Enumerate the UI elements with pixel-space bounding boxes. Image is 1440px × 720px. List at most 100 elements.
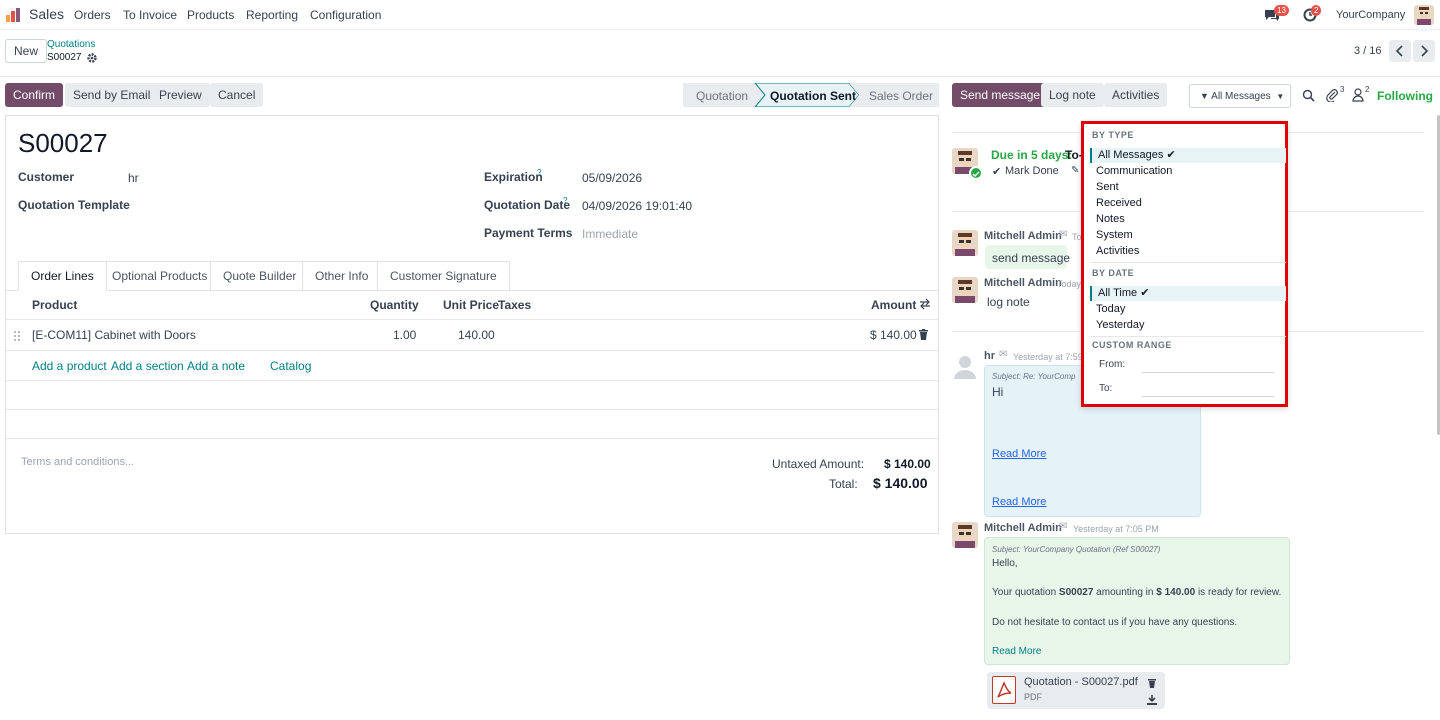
dropdown-divider [1090, 336, 1286, 337]
expiration-field[interactable]: 05/09/2026 [582, 171, 642, 185]
read-more-link[interactable]: Read More [992, 496, 1046, 508]
status-sales-order[interactable]: Sales Order [869, 89, 933, 103]
quotation-date-field[interactable]: 04/09/2026 19:01:40 [582, 199, 692, 213]
filter-received[interactable]: Received [1090, 196, 1286, 211]
filter-notes[interactable]: Notes [1090, 212, 1286, 227]
read-more-link[interactable]: Read More [992, 646, 1041, 657]
message-author: Mitchell Admin [984, 230, 1062, 242]
message-ref: S00027 [1058, 587, 1094, 598]
status-quotation-sent[interactable]: Quotation Sent [770, 89, 856, 103]
author-avatar [952, 230, 978, 256]
pager-value[interactable]: 3 / 16 [1354, 45, 1382, 57]
check-icon[interactable]: ✔ [992, 165, 1001, 178]
message-body: Your quotation S00027 amounting in $ 140… [992, 587, 1281, 598]
preview-button[interactable]: Preview [151, 83, 210, 107]
trash-icon[interactable] [1148, 677, 1156, 688]
terms-conditions-field[interactable]: Terms and conditions... [21, 456, 134, 468]
filter-today[interactable]: Today [1090, 302, 1286, 317]
user-avatar[interactable] [1414, 5, 1434, 25]
expiration-label: Expiration [484, 170, 543, 184]
tab-optional-products[interactable]: Optional Products [99, 261, 221, 291]
activities-button[interactable]: Activities [1104, 83, 1168, 107]
filter-activities[interactable]: Activities [1090, 244, 1286, 259]
search-icon[interactable] [1302, 89, 1315, 102]
filter-all-messages[interactable]: All Messages ✔ [1090, 148, 1286, 163]
column-taxes[interactable]: Taxes [498, 298, 531, 312]
add-product-link[interactable]: Add a product [32, 359, 107, 373]
catalog-link[interactable]: Catalog [270, 359, 311, 373]
by-date-header: BY DATE [1092, 268, 1135, 278]
message-filter-dropdown[interactable]: ▼ All Messages ▼ [1189, 84, 1291, 108]
line-unit-price[interactable]: 140.00 [458, 328, 495, 342]
line-product[interactable]: [E-COM11] Cabinet with Doors [32, 328, 196, 342]
line-quantity[interactable]: 1.00 [393, 328, 416, 342]
app-name[interactable]: Sales [29, 6, 64, 22]
new-button[interactable]: New [5, 39, 48, 63]
add-note-link[interactable]: Add a note [187, 359, 245, 373]
trash-icon[interactable] [919, 329, 928, 340]
drag-handle-icon[interactable] [14, 330, 20, 341]
caret-down-icon: ▼ [1276, 92, 1285, 101]
confirm-button[interactable]: Confirm [5, 83, 64, 107]
menu-to-invoice[interactable]: To Invoice [123, 8, 177, 22]
table-row[interactable]: [E-COM11] Cabinet with Doors 1.00 140.00… [6, 320, 938, 350]
activity-badge: 2 [1311, 5, 1322, 16]
column-unit-price[interactable]: Unit Price [443, 298, 499, 312]
add-section-link[interactable]: Add a section [111, 359, 184, 373]
tab-order-lines[interactable]: Order Lines [18, 261, 107, 291]
statusbar: Quotation Quotation Sent Sales Order [683, 83, 939, 107]
menu-reporting[interactable]: Reporting [246, 8, 298, 22]
menu-orders[interactable]: Orders [74, 8, 111, 22]
help-icon[interactable]: ? [537, 168, 541, 177]
message-time: Yesterday at 7:59 P [1013, 352, 1092, 362]
from-date-input[interactable] [1142, 360, 1274, 373]
message-time: Yesterday at 7:05 PM [1073, 524, 1159, 534]
payment-terms-label: Payment Terms [484, 226, 573, 240]
optional-columns-icon[interactable] [919, 298, 931, 310]
payment-terms-field[interactable]: Immediate [582, 227, 638, 241]
edit-pencil-icon[interactable]: ✎ [1071, 165, 1079, 176]
message-body: log note [987, 295, 1030, 309]
gear-icon[interactable] [87, 52, 97, 63]
following-toggle[interactable]: Following [1377, 89, 1433, 103]
filter-sent[interactable]: Sent [1090, 180, 1286, 195]
menu-products[interactable]: Products [187, 8, 234, 22]
menu-configuration[interactable]: Configuration [310, 8, 381, 22]
filter-system[interactable]: System [1090, 228, 1286, 243]
row-divider [6, 350, 938, 351]
log-note-button[interactable]: Log note [1041, 83, 1104, 107]
by-type-header: BY TYPE [1092, 130, 1134, 140]
column-amount[interactable]: Amount [871, 298, 916, 312]
company-switcher[interactable]: YourCompany [1336, 9, 1405, 21]
message-contact-line: Do not hesitate to contact us if you hav… [992, 617, 1238, 628]
row-divider [6, 380, 938, 381]
pager-prev-button[interactable] [1389, 40, 1411, 62]
message-text: amounting in [1093, 587, 1157, 598]
column-quantity[interactable]: Quantity [370, 298, 419, 312]
tab-other-info[interactable]: Other Info [302, 261, 382, 291]
filter-yesterday[interactable]: Yesterday [1090, 318, 1286, 333]
send-message-button[interactable]: Send message [952, 83, 1049, 107]
apps-menu-icon[interactable] [5, 7, 21, 23]
tab-quote-builder[interactable]: Quote Builder [210, 261, 310, 291]
followers-icon[interactable] [1352, 88, 1364, 102]
help-icon[interactable]: ? [563, 196, 567, 205]
pager-next-button[interactable] [1413, 40, 1435, 62]
filter-communication[interactable]: Communication [1090, 164, 1286, 179]
mark-done-button[interactable]: Mark Done [1005, 165, 1059, 177]
total-value: $ 140.00 [873, 475, 928, 491]
cancel-button[interactable]: Cancel [210, 83, 264, 107]
status-quotation[interactable]: Quotation [696, 89, 748, 103]
tab-customer-signature[interactable]: Customer Signature [377, 261, 510, 291]
custom-range-header: CUSTOM RANGE [1092, 340, 1172, 350]
to-date-input[interactable] [1142, 384, 1274, 397]
paperclip-icon[interactable] [1326, 88, 1338, 103]
customer-field[interactable]: hr [128, 171, 139, 185]
breadcrumb-quotations[interactable]: Quotations [47, 39, 95, 50]
filter-all-time[interactable]: All Time ✔ [1090, 286, 1286, 301]
download-icon[interactable] [1147, 694, 1157, 705]
read-more-link[interactable]: Read More [992, 448, 1046, 460]
send-by-email-button[interactable]: Send by Email [65, 83, 159, 107]
message-amount: $ 140.00 [1156, 587, 1196, 598]
column-product[interactable]: Product [32, 298, 77, 312]
